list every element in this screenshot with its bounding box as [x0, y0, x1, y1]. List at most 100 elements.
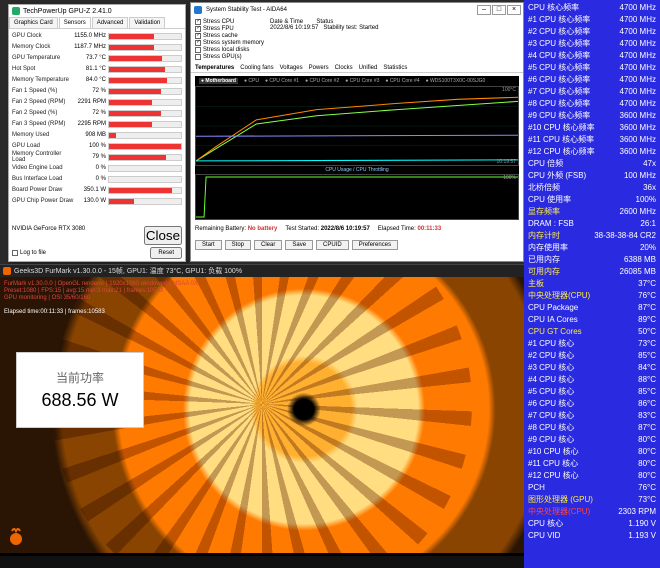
panel-row: #1 CPU 核心频率4700 MHz	[528, 14, 656, 26]
power-value: 688.56 W	[41, 390, 118, 411]
tab-advanced[interactable]: Advanced	[92, 17, 129, 28]
panel-row: #10 CPU 核心频率3600 MHz	[528, 122, 656, 134]
stress-check[interactable]: Stress FPU	[195, 26, 264, 32]
sensor-row: Hot Spot 81.1 °C	[12, 64, 182, 74]
sensor-bar	[108, 121, 182, 128]
panel-row: #4 CPU 核心频率4700 MHz	[528, 50, 656, 62]
panel-row: #12 CPU 核心频率3600 MHz	[528, 146, 656, 158]
panel-row: CPU 核心1.190 V	[528, 518, 656, 530]
sensor-row: GPU Clock 1155.0 MHz	[12, 31, 182, 41]
power-label: 当前功率	[56, 369, 104, 386]
sensor-label: Fan 3 Speed (RPM)	[12, 121, 74, 127]
stop-button[interactable]: Stop	[225, 240, 251, 250]
temp-chart-area: ● Motherboard● CPU● CPU Core #1● CPU Cor…	[195, 76, 519, 220]
panel-row: #3 CPU 核心频率4700 MHz	[528, 38, 656, 50]
aida-window[interactable]: System Stability Test - AIDA64 – □ × Str…	[190, 2, 524, 262]
tab-sensors[interactable]: Sensors	[59, 17, 91, 28]
subtab[interactable]: Clocks	[335, 64, 353, 72]
furmark-statusbar	[0, 556, 524, 568]
aida-titlebar[interactable]: System Stability Test - AIDA64 – □ ×	[191, 3, 523, 17]
gpuz-title: TechPowerUp GPU-Z 2.41.0	[23, 8, 112, 15]
sensor-bar	[108, 176, 182, 183]
panel-row: 图形处理器 (GPU)73°C	[528, 494, 656, 506]
sensor-row: Fan 2 Speed (RPM) 2291 RPM	[12, 97, 182, 107]
subtab[interactable]: Statistics	[383, 64, 407, 72]
sensor-value: 84.0 °C	[74, 77, 108, 83]
panel-row: 显存频率2600 MHz	[528, 206, 656, 218]
stress-check[interactable]: Stress CPU	[195, 19, 264, 25]
gpuz-titlebar[interactable]: TechPowerUp GPU-Z 2.41.0	[9, 5, 185, 17]
maximize-icon[interactable]: □	[492, 5, 506, 15]
stress-check[interactable]: Stress cache	[195, 33, 264, 39]
sensor-label: Bus Interface Load	[12, 176, 74, 182]
preferences-button[interactable]: Preferences	[352, 240, 398, 250]
subtab[interactable]: Cooling fans	[240, 64, 273, 72]
gpuz-icon	[12, 7, 20, 15]
stress-check[interactable]: Stress system memory	[195, 40, 264, 46]
tab-validation[interactable]: Validation	[129, 17, 165, 28]
sensor-row: Memory Controller Load 79 %	[12, 152, 182, 162]
subtab[interactable]: Powers	[309, 64, 329, 72]
furmark-icon	[3, 267, 11, 275]
panel-row: #12 CPU 核心80°C	[528, 470, 656, 482]
furmark-overlay: FurMark v1.30.0.0 | OpenGL renderer | 19…	[4, 281, 198, 316]
status-column: Date & Time Status 2022/8/6 10:19:57 Sta…	[270, 19, 378, 60]
sensor-value: 0 %	[74, 165, 108, 171]
minimize-icon[interactable]: –	[477, 5, 491, 15]
panel-row: #10 CPU 核心80°C	[528, 446, 656, 458]
clear-button[interactable]: Clear	[254, 240, 282, 250]
panel-row: #6 CPU 核心86°C	[528, 398, 656, 410]
tab-graphics-card[interactable]: Graphics Card	[9, 17, 58, 28]
panel-row: #7 CPU 核心频率4700 MHz	[528, 86, 656, 98]
sensor-value: 908 MB	[74, 132, 108, 138]
sensor-label: Memory Controller Load	[12, 151, 74, 163]
panel-row: CPU 核心频率4700 MHz	[528, 2, 656, 14]
subtab[interactable]: Unified	[359, 64, 378, 72]
sensor-bar	[108, 99, 182, 106]
power-overlay: 当前功率 688.56 W	[16, 352, 144, 428]
sensor-bar	[108, 44, 182, 51]
sensor-bar	[108, 88, 182, 95]
stress-check[interactable]: Stress local disks	[195, 47, 264, 53]
temperature-chart: 100°C 10:19:57	[195, 86, 519, 166]
subtab[interactable]: Voltages	[280, 64, 303, 72]
start-button[interactable]: Start	[195, 240, 222, 250]
log-to-file[interactable]: Log to file	[12, 250, 46, 256]
panel-row: #8 CPU 核心87°C	[528, 422, 656, 434]
sensor-label: Fan 2 Speed (RPM)	[12, 99, 74, 105]
sensor-row: Memory Used 908 MB	[12, 130, 182, 140]
furmark-title: Geeks3D FurMark v1.30.0.0 - 15帧, GPU1: 温…	[14, 266, 242, 276]
reset-button[interactable]: Reset	[150, 247, 182, 259]
legend-item: ● CPU Core #3	[345, 78, 379, 84]
sensor-row: Bus Interface Load 0 %	[12, 174, 182, 184]
sensor-bar	[108, 132, 182, 139]
panel-row: CPU 使用率100%	[528, 194, 656, 206]
panel-row: CPU Package87°C	[528, 302, 656, 314]
stress-options: Stress CPUStress FPUStress cacheStress s…	[195, 19, 264, 60]
gpuz-window[interactable]: TechPowerUp GPU-Z 2.41.0 Graphics Card S…	[8, 4, 186, 262]
sensor-label: GPU Temperature	[12, 55, 74, 61]
cpuid-button[interactable]: CPUID	[316, 240, 349, 250]
panel-row: #1 CPU 核心73°C	[528, 338, 656, 350]
aida-footer: Remaining Battery: No battery Test Start…	[191, 223, 523, 237]
panel-row: 内存计时38-38-38-84 CR2	[528, 230, 656, 242]
panel-row: 中央处理器(CPU)2303 RPM	[528, 506, 656, 518]
sensor-value: 72 %	[74, 110, 108, 116]
legend-item: ● CPU Core #2	[305, 78, 339, 84]
sensor-row: GPU Chip Power Draw 130.0 W	[12, 196, 182, 206]
close-icon[interactable]: ×	[507, 5, 521, 15]
close-button[interactable]: Close	[144, 226, 182, 245]
sensor-value: 79 %	[74, 154, 108, 160]
sensor-row: Fan 3 Speed (RPM) 2295 RPM	[12, 119, 182, 129]
sensor-value: 100 %	[74, 143, 108, 149]
furmark-titlebar[interactable]: Geeks3D FurMark v1.30.0.0 - 15帧, GPU1: 温…	[0, 265, 524, 277]
panel-row: 可用内存26085 MB	[528, 266, 656, 278]
subtab[interactable]: Temperatures	[195, 64, 234, 72]
stress-check[interactable]: Stress GPU(s)	[195, 54, 264, 60]
legend-item: ● CPU Core #1	[265, 78, 299, 84]
gpuz-sensor-list: GPU Clock 1155.0 MHz Memory Clock 1187.7…	[9, 29, 185, 209]
save-button[interactable]: Save	[285, 240, 313, 250]
aida-buttons: StartStopClearSaveCPUIDPreferences	[191, 237, 523, 253]
sensor-row: Memory Temperature 84.0 °C	[12, 75, 182, 85]
sensor-bar	[108, 33, 182, 40]
